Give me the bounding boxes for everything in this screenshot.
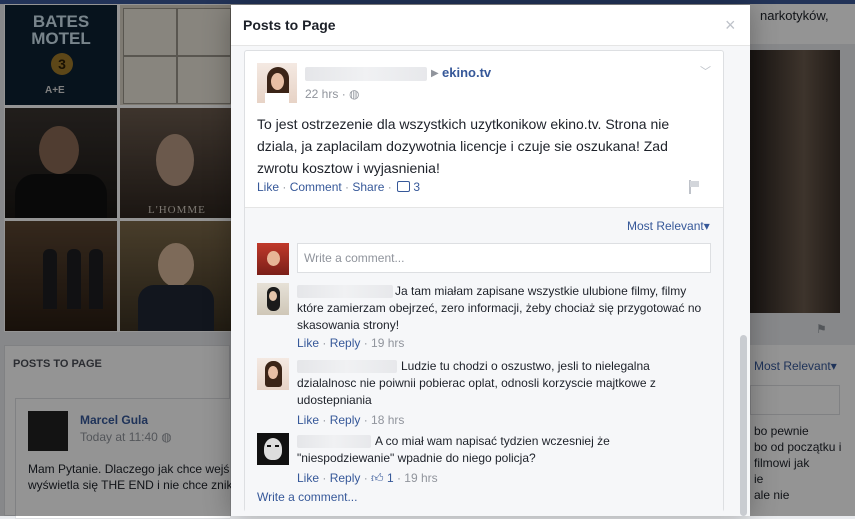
thumbs-up-icon: 👍︎ — [371, 471, 384, 485]
comment-meta: Like · Reply · 18 hrs — [297, 413, 405, 427]
most-relevant-dropdown[interactable]: Most Relevant▾ — [627, 219, 710, 233]
comment-meta: Like · Reply · 19 hrs — [297, 336, 405, 350]
comment-time[interactable]: 19 hrs — [404, 471, 437, 485]
scrollbar-thumb[interactable] — [740, 335, 747, 516]
comment-text: Ja tam miałam zapisane wszystkie ulubion… — [297, 284, 702, 332]
comments-section: Most Relevant▾ Write a comment... Ja tam… — [245, 207, 723, 512]
chevron-down-icon[interactable]: ﹀ — [700, 63, 711, 79]
comment-count-link[interactable]: 3 — [395, 180, 420, 194]
comment-input[interactable]: Write a comment... — [297, 243, 711, 273]
share-button[interactable]: Share — [352, 180, 384, 194]
close-icon[interactable]: × — [725, 15, 736, 36]
comment-meta: Like · Reply · 👍︎ 1 · 19 hrs — [297, 471, 438, 485]
like-button[interactable]: Like — [257, 180, 279, 194]
comment-like-count[interactable]: 👍︎ 1 — [371, 471, 394, 485]
comment-button[interactable]: Comment — [290, 180, 342, 194]
write-comment-link[interactable]: Write a comment... — [257, 490, 357, 504]
post-card: ▶ ekino.tv 22 hrs · ◍ ﹀ To jest ostrzeze… — [244, 50, 724, 512]
avatar[interactable] — [257, 283, 289, 315]
posts-to-page-dialog: Posts to Page × ▶ ekino.tv 22 hrs · ◍ ﹀ … — [231, 5, 750, 516]
comment-text: A co miał wam napisać tydzien wczesniej … — [297, 434, 610, 465]
globe-icon: ◍ — [349, 87, 360, 101]
comment-like-button[interactable]: Like — [297, 471, 319, 485]
post-timestamp[interactable]: 22 hrs · ◍ — [305, 87, 360, 101]
triangle-right-icon: ▶ — [431, 68, 439, 79]
comment-text: Ludzie tu chodzi o oszustwo, jesli to ni… — [297, 359, 656, 407]
comment-reply-button[interactable]: Reply — [330, 336, 361, 350]
comment-time[interactable]: 19 hrs — [371, 336, 404, 350]
comment-reply-button[interactable]: Reply — [330, 413, 361, 427]
avatar[interactable] — [257, 358, 289, 390]
comment-bubble-icon — [397, 181, 411, 192]
comment-like-button[interactable]: Like — [297, 413, 319, 427]
flag-icon[interactable] — [688, 180, 700, 194]
post-text: To jest ostrzezenie dla wszystkich uzytk… — [257, 116, 670, 176]
dialog-title: Posts to Page — [243, 17, 336, 33]
avatar — [257, 243, 289, 275]
comment-time[interactable]: 18 hrs — [371, 413, 404, 427]
post-actions: Like · Comment · Share · 3 — [257, 180, 421, 194]
avatar[interactable] — [257, 63, 297, 103]
comment-like-button[interactable]: Like — [297, 336, 319, 350]
page-link[interactable]: ekino.tv — [442, 65, 491, 80]
author-name-redacted[interactable] — [305, 67, 427, 81]
avatar[interactable] — [257, 433, 289, 465]
comment-reply-button[interactable]: Reply — [330, 471, 361, 485]
